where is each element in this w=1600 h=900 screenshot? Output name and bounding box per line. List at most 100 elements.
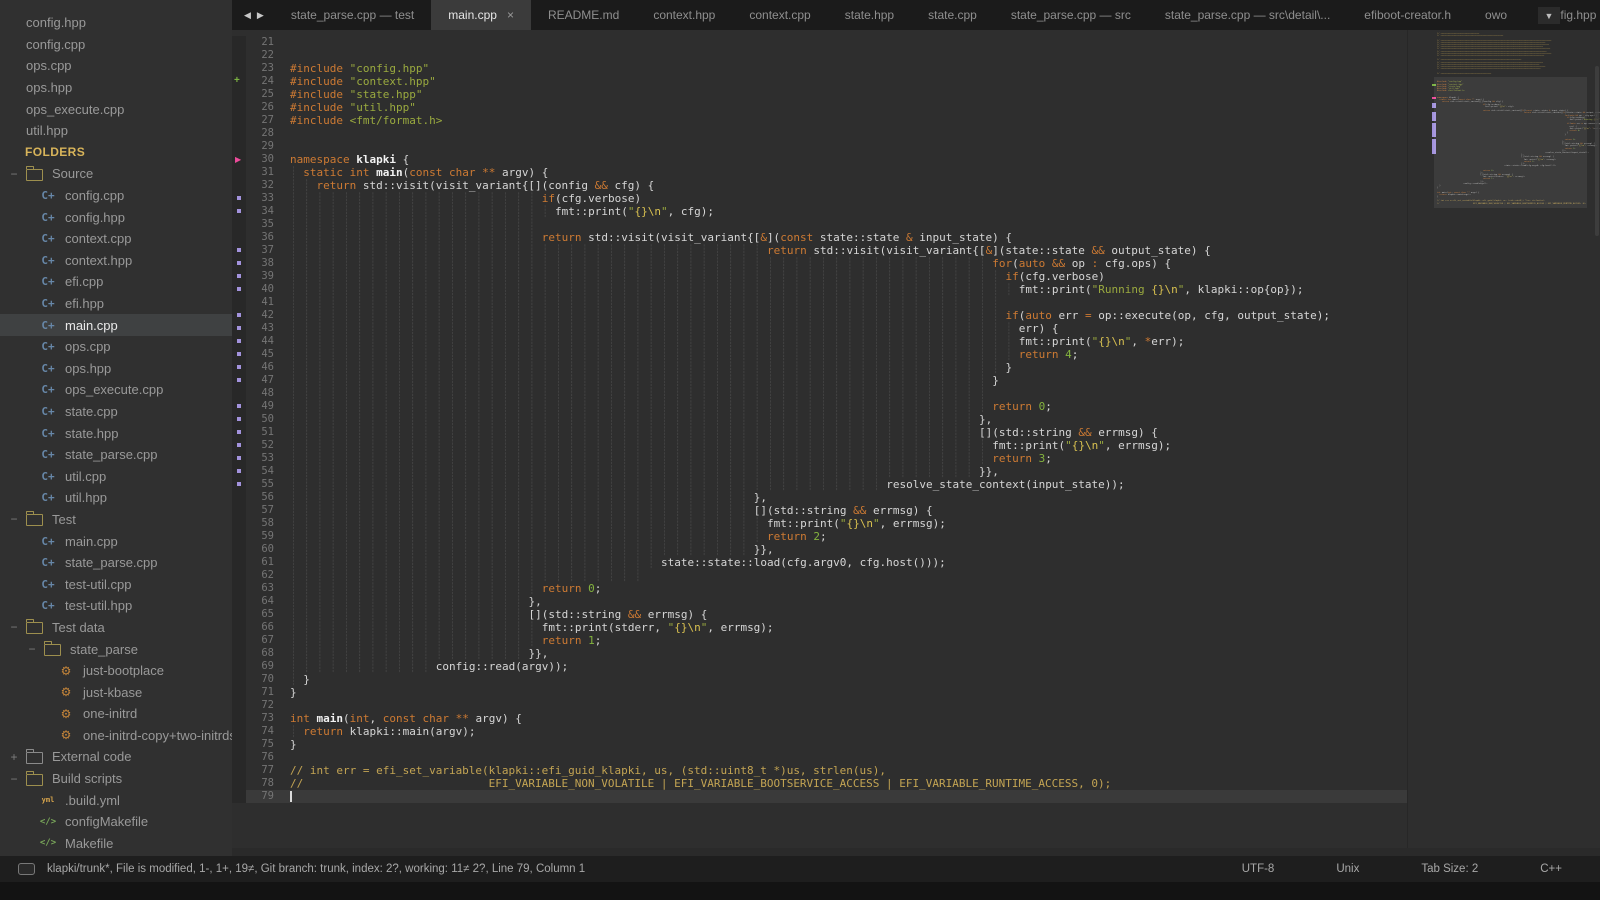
folder-Source[interactable]: −Source — [0, 163, 232, 185]
code-text[interactable]: ┊ ┊ ┊ ┊ ┊ ┊ ┊ ┊ ┊ ┊ ┊ ┊ ┊ ┊ ┊ ┊ ┊ ┊ ┊ if… — [274, 192, 1408, 205]
tab-config.hpp[interactable]: config.hpp — [1524, 0, 1600, 30]
code-text[interactable]: ┊ ┊ ┊ ┊ ┊ ┊ ┊ ┊ ┊ ┊ ┊ ┊ ┊ ┊ ┊ ┊ ┊ ┊ ┊ ┊ … — [274, 296, 1408, 309]
collapse-icon[interactable]: − — [26, 642, 38, 656]
code-text[interactable] — [274, 790, 1408, 803]
tree-file-util.hpp[interactable]: C+util.hpp — [0, 487, 232, 509]
code-text[interactable]: #include "state.hpp" — [274, 88, 1408, 101]
tree-file-efi.cpp[interactable]: C+efi.cpp — [0, 271, 232, 293]
code-text[interactable]: ┊ ┊ ┊ ┊ ┊ ┊ ┊ ┊ ┊ ┊ ┊ ┊ ┊ ┊ ┊ ┊ ┊ ┊ ┊ ┊ … — [274, 426, 1408, 439]
tree-file-ops.hpp[interactable]: C+ops.hpp — [0, 358, 232, 380]
code-text[interactable]: ┊ ┊ ┊ ┊ ┊ ┊ ┊ ┊ ┊ ┊ ┊ ┊ ┊ ┊ ┊ ┊ ┊ ┊ [](s… — [274, 608, 1408, 621]
code-text[interactable]: ┊ ┊ ┊ ┊ ┊ ┊ ┊ ┊ ┊ ┊ ┊ ┊ ┊ ┊ ┊ ┊ ┊ ┊ ┊ — [274, 218, 1408, 231]
code-text[interactable]: ┊ ┊ ┊ ┊ ┊ ┊ ┊ ┊ ┊ ┊ ┊ ┊ ┊ ┊ ┊ ┊ ┊ ┊ ┊ ┊ … — [274, 322, 1408, 335]
tree-file-ops.cpp[interactable]: C+ops.cpp — [0, 336, 232, 358]
code-text[interactable]: ┊ ┊ ┊ ┊ ┊ ┊ ┊ ┊ ┊ ┊ ┊ ┊ ┊ ┊ ┊ ┊ ┊ ┊ ┊ re… — [274, 582, 1408, 595]
code-text[interactable]: ┊ ┊ ┊ ┊ ┊ ┊ ┊ ┊ ┊ ┊ ┊ ┊ ┊ ┊ ┊ ┊ ┊ ┊ ┊ ┊ … — [274, 569, 1408, 582]
code-text[interactable]: namespace klapki { — [274, 153, 1408, 166]
tree-file-ops_execute.cpp[interactable]: C+ops_execute.cpp — [0, 379, 232, 401]
tree-file-just-bootplace[interactable]: ⚙just-bootplace — [0, 660, 232, 682]
code-text[interactable]: ┊ ┊ ┊ ┊ ┊ ┊ ┊ ┊ ┊ ┊ ┊ ┊ ┊ ┊ ┊ ┊ ┊ ┊ ┊ ┊ … — [274, 556, 1408, 569]
code-text[interactable]: ┊ ┊ ┊ ┊ ┊ ┊ ┊ ┊ ┊ ┊ ┊ ┊ ┊ ┊ ┊ ┊ ┊ ┊ ┊ re… — [274, 231, 1408, 244]
folder-Build scripts[interactable]: −Build scripts — [0, 768, 232, 790]
code-text[interactable]: ┊ ┊ ┊ ┊ ┊ ┊ ┊ ┊ ┊ ┊ ┊ ┊ ┊ ┊ ┊ ┊ ┊ ┊ ┊ ┊ … — [274, 361, 1408, 374]
tab-main.cpp[interactable]: main.cpp× — [431, 0, 531, 30]
code-text[interactable]: ┊ ┊ ┊ ┊ ┊ ┊ ┊ ┊ ┊ ┊ ┊ ┊ ┊ ┊ ┊ ┊ ┊ ┊ ┊ ┊ … — [274, 348, 1408, 361]
tab-efiboot-creator.h[interactable]: efiboot-creator.h — [1347, 0, 1468, 30]
tab-context.hpp[interactable]: context.hpp — [636, 0, 732, 30]
code-text[interactable]: ┊ ┊ ┊ ┊ ┊ ┊ ┊ ┊ ┊ ┊ ┊ ┊ ┊ ┊ ┊ ┊ ┊ ┊ }}, — [274, 647, 1408, 660]
close-icon[interactable]: × — [507, 8, 514, 22]
code-text[interactable]: ┊ ┊ ┊ ┊ ┊ ┊ ┊ ┊ ┊ ┊ ┊ ┊ ┊ ┊ ┊ ┊ ┊ ┊ ┊ ┊ … — [274, 257, 1408, 270]
tree-file-main.cpp[interactable]: C+main.cpp — [0, 530, 232, 552]
code-text[interactable]: ┊ ┊ ┊ ┊ ┊ ┊ ┊ ┊ ┊ ┊ ┊ ┊ ┊ ┊ ┊ ┊ ┊ ┊ ┊ ┊ … — [274, 504, 1408, 517]
tree-file-state.cpp[interactable]: C+state.cpp — [0, 401, 232, 423]
tab-state_parse.cpp-src-detail-...[interactable]: state_parse.cpp — src\detail\... — [1148, 0, 1347, 30]
minimap[interactable]: // ~~~~~~~~~~~~~~~~~~~~~~~~~~~~~~~~ // ~… — [1407, 30, 1600, 856]
code-text[interactable]: ┊ ┊ ┊ ┊ ┊ ┊ ┊ ┊ ┊ ┊ ┊ ┊ ┊ ┊ ┊ ┊ ┊ ┊ ┊ ┊ … — [274, 335, 1408, 348]
code-text[interactable]: // EFI_VARIABLE_NON_VOLATILE | EFI_VARIA… — [274, 777, 1408, 790]
tab-state_parse.cpp-test[interactable]: state_parse.cpp — test — [274, 0, 431, 30]
folder-Test[interactable]: −Test — [0, 509, 232, 531]
code-text[interactable]: // int err = efi_set_variable(klapki::ef… — [274, 764, 1408, 777]
code-text[interactable]: int main(int, const char ** argv) { — [274, 712, 1408, 725]
code-text[interactable] — [274, 36, 1408, 49]
tab-overflow-button[interactable]: ▼ — [1538, 7, 1560, 24]
status-item-utf-8[interactable]: UTF-8 — [1242, 863, 1275, 875]
code-text[interactable] — [274, 127, 1408, 140]
code-text[interactable]: ┊ ┊ ┊ ┊ ┊ ┊ ┊ ┊ ┊ ┊ ┊ ┊ ┊ ┊ ┊ ┊ ┊ ┊ ┊ ┊ … — [274, 517, 1408, 530]
code-text[interactable]: #include "config.hpp" — [274, 62, 1408, 75]
tree-file-.build.yml[interactable]: yml.build.yml — [0, 789, 232, 811]
tree-file-context.hpp[interactable]: C+context.hpp — [0, 250, 232, 272]
code-text[interactable]: ┊ ┊ ┊ ┊ ┊ ┊ ┊ ┊ ┊ ┊ ┊ ┊ ┊ ┊ ┊ ┊ ┊ ┊ ┊ ┊ … — [274, 530, 1408, 543]
open-file-ops.cpp[interactable]: ops.cpp — [0, 55, 232, 77]
tree-file-main.cpp[interactable]: C+main.cpp — [0, 314, 232, 336]
code-text[interactable]: ┊ ┊ return std::visit(visit_variant{[](c… — [274, 179, 1408, 192]
tree-file-test-util.hpp[interactable]: C+test-util.hpp — [0, 595, 232, 617]
tree-file-configMakefile[interactable]: </>configMakefile — [0, 811, 232, 833]
status-item-tab-size-2[interactable]: Tab Size: 2 — [1421, 863, 1478, 875]
code-text[interactable]: ┊ ┊ ┊ ┊ ┊ ┊ ┊ ┊ ┊ ┊ ┊ ┊ ┊ ┊ ┊ ┊ ┊ ┊ ┊ ┊ … — [274, 283, 1408, 296]
tree-file-one-initrd[interactable]: ⚙one-initrd — [0, 703, 232, 725]
tree-file-efi.hpp[interactable]: C+efi.hpp — [0, 293, 232, 315]
code-text[interactable]: ┊ return klapki::main(argv); — [274, 725, 1408, 738]
code-text[interactable]: } — [274, 686, 1408, 699]
collapse-icon[interactable]: − — [8, 620, 20, 634]
tab-context.cpp[interactable]: context.cpp — [732, 0, 827, 30]
vertical-scrollbar[interactable] — [1595, 66, 1599, 236]
code-text[interactable]: ┊ ┊ ┊ ┊ ┊ ┊ ┊ ┊ ┊ ┊ ┊ ┊ ┊ ┊ ┊ ┊ ┊ ┊ ┊ fm… — [274, 621, 1408, 634]
tree-file-one-initrd-copy+two-initrds[interactable]: ⚙one-initrd-copy+two-initrds — [0, 725, 232, 747]
code-text[interactable]: ┊ ┊ ┊ ┊ ┊ ┊ ┊ ┊ ┊ ┊ ┊ ┊ ┊ ┊ ┊ ┊ ┊ ┊ ┊ re… — [274, 634, 1408, 647]
tab-owo[interactable]: owo — [1468, 0, 1524, 30]
code-text[interactable]: ┊ ┊ ┊ ┊ ┊ ┊ ┊ ┊ ┊ ┊ ┊ ┊ ┊ ┊ ┊ ┊ ┊ ┊ ┊ ┊ … — [274, 270, 1408, 283]
code-text[interactable] — [274, 49, 1408, 62]
tree-file-config.hpp[interactable]: C+config.hpp — [0, 206, 232, 228]
code-text[interactable]: ┊ ┊ ┊ ┊ ┊ ┊ ┊ ┊ ┊ ┊ ┊ ┊ ┊ ┊ ┊ ┊ ┊ ┊ ┊ ┊ … — [274, 439, 1408, 452]
code-text[interactable]: #include <fmt/format.h> — [274, 114, 1408, 127]
expand-icon[interactable]: + — [8, 750, 20, 764]
tree-file-Makefile[interactable]: </>Makefile — [0, 833, 232, 855]
code-text[interactable]: } — [274, 738, 1408, 751]
code-text[interactable]: ┊ ┊ ┊ ┊ ┊ ┊ ┊ ┊ ┊ ┊ ┊ ┊ ┊ ┊ ┊ ┊ ┊ ┊ ┊ ┊ … — [274, 244, 1408, 257]
code-text[interactable] — [274, 140, 1408, 153]
open-file-config.cpp[interactable]: config.cpp — [0, 34, 232, 56]
folder-External code[interactable]: +External code — [0, 746, 232, 768]
code-text[interactable]: ┊ ┊ ┊ ┊ ┊ ┊ ┊ ┊ ┊ ┊ ┊ ┊ ┊ ┊ ┊ ┊ ┊ ┊ ┊ ┊ … — [274, 413, 1408, 426]
collapse-icon[interactable]: − — [8, 512, 20, 526]
status-item-unix[interactable]: Unix — [1336, 863, 1359, 875]
open-file-ops_execute.cpp[interactable]: ops_execute.cpp — [0, 98, 232, 120]
folder-Test data[interactable]: −Test data — [0, 617, 232, 639]
code-text[interactable]: ┊ ┊ ┊ ┊ ┊ ┊ ┊ ┊ ┊ ┊ ┊ ┊ ┊ ┊ ┊ ┊ ┊ ┊ ┊ ┊ … — [274, 387, 1408, 400]
folder-state_parse[interactable]: −state_parse — [0, 638, 232, 660]
code-text[interactable]: ┊ ┊ ┊ ┊ ┊ ┊ ┊ ┊ ┊ ┊ ┊ ┊ ┊ ┊ ┊ ┊ ┊ ┊ ┊ ┊ … — [274, 465, 1408, 478]
tab-nav-back-icon[interactable]: ◀ — [244, 10, 251, 21]
tree-file-state_parse.cpp[interactable]: C+state_parse.cpp — [0, 444, 232, 466]
collapse-icon[interactable]: − — [8, 772, 20, 786]
tab-README.md[interactable]: README.md — [531, 0, 636, 30]
tree-file-just-kbase[interactable]: ⚙just-kbase — [0, 681, 232, 703]
code-text[interactable] — [274, 751, 1408, 764]
code-text[interactable] — [274, 699, 1408, 712]
tab-nav-forward-icon[interactable]: ▶ — [257, 10, 264, 21]
tab-state.hpp[interactable]: state.hpp — [828, 0, 911, 30]
code-text[interactable]: ┊ ┊ ┊ ┊ ┊ ┊ ┊ ┊ ┊ ┊ ┊ ┊ ┊ ┊ ┊ ┊ ┊ ┊ ┊ ┊ … — [274, 491, 1408, 504]
tree-file-state_parse.cpp[interactable]: C+state_parse.cpp — [0, 552, 232, 574]
